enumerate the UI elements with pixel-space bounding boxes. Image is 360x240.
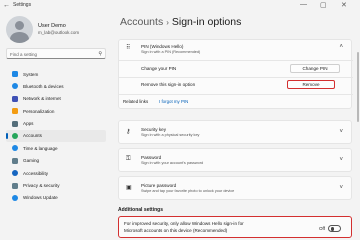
accessibility-icon	[12, 170, 18, 177]
chevron-down-icon[interactable]: ˅	[339, 185, 343, 191]
picture-password-subtitle: Swipe and tap your favorite photo to unl…	[141, 189, 235, 193]
toggle-knob	[330, 227, 334, 231]
user-name: User Demo	[38, 23, 66, 29]
back-arrow-icon[interactable]: ←	[3, 2, 10, 9]
sidebar-item-accessibility[interactable]: Accessibility	[6, 167, 106, 179]
title-bar: ← Settings — ▢ ✕	[0, 0, 360, 12]
sidebar-item-accounts[interactable]: Accounts	[6, 129, 106, 143]
forgot-pin-link[interactable]: I forgot my PIN	[159, 99, 188, 104]
sidebar-item-gaming[interactable]: Gaming	[6, 155, 106, 167]
apps-icon	[12, 120, 18, 127]
main-content: Accounts › Sign-in options ⠿ PIN (Windows …	[118, 12, 360, 240]
hello-only-setting: For improved security, only allow Window…	[118, 216, 352, 238]
sidebar-item-label: Accounts	[23, 133, 42, 139]
sidebar-item-windows-update[interactable]: Windows Update	[6, 192, 106, 204]
brush-icon	[12, 108, 18, 115]
close-icon[interactable]: ✕	[341, 1, 347, 9]
sidebar-item-label: Privacy & security	[23, 183, 60, 189]
keypad-icon: ⠿	[126, 45, 131, 51]
bluetooth-icon	[12, 83, 18, 90]
divider	[119, 94, 353, 95]
chevron-down-icon[interactable]: ˅	[339, 157, 343, 163]
chevron-down-icon[interactable]: ˅	[339, 129, 343, 135]
person-icon	[12, 132, 18, 139]
wifi-icon	[12, 95, 18, 102]
security-key-card[interactable]: ⚷ Security key Sign in with a physical s…	[118, 120, 352, 144]
security-key-title: Security key	[141, 127, 167, 132]
sidebar-item-system[interactable]: System	[6, 68, 106, 80]
window-title: Settings	[13, 2, 32, 8]
sidebar-item-label: Network & internet	[23, 96, 61, 102]
sidebar-item-label: Personalization	[23, 108, 55, 114]
search-box[interactable]: ⚲	[6, 48, 106, 59]
shield-icon	[12, 182, 18, 189]
breadcrumb: Accounts › Sign-in options	[120, 16, 241, 28]
minimize-icon[interactable]: —	[300, 1, 307, 8]
sidebar-item-label: Windows Update	[23, 195, 58, 201]
hello-only-toggle[interactable]	[328, 225, 341, 232]
sidebar-item-label: Time & language	[23, 145, 58, 151]
globe-clock-icon	[12, 145, 18, 152]
key-icon: ⚿	[126, 156, 131, 162]
related-links: Related links I forgot my PIN	[119, 96, 353, 108]
monitor-icon	[12, 71, 18, 77]
user-profile[interactable]: User Demo m_lab@outlook.com	[6, 16, 110, 46]
change-pin-label: Change your PIN	[141, 66, 177, 71]
page-title: Sign-in options	[171, 16, 242, 28]
sidebar-item-label: Bluetooth & devices	[23, 83, 64, 89]
additional-settings-title: Additional settings	[118, 207, 163, 213]
pin-title: PIN (Windows Hello)	[141, 44, 184, 49]
sidebar: User Demo m_lab@outlook.com ⚲ System Blu…	[0, 12, 110, 240]
divider	[119, 60, 353, 61]
hello-only-text-line1: For improved security, only allow Window…	[124, 221, 244, 226]
toggle-state-label: Off	[318, 226, 325, 231]
sidebar-item-label: Gaming	[23, 158, 40, 164]
hello-only-text-line2: Microsoft accounts on this device (Recom…	[124, 228, 228, 233]
sidebar-item-time-language[interactable]: Time & language	[6, 142, 106, 154]
avatar	[6, 16, 33, 43]
maximize-icon[interactable]: ▢	[320, 1, 327, 9]
password-subtitle: Sign in with your account's password	[141, 161, 204, 165]
remove-option-label: Remove this sign-in option	[141, 82, 196, 87]
related-links-label: Related links	[123, 99, 149, 104]
sidebar-nav: System Bluetooth & devices Network & int…	[6, 68, 106, 204]
sidebar-item-bluetooth[interactable]: Bluetooth & devices	[6, 80, 106, 92]
pin-subtitle: Sign in with a PIN (Recommended)	[141, 50, 201, 54]
remove-button[interactable]: Remove	[287, 80, 335, 89]
password-title: Password	[141, 155, 162, 160]
chevron-up-icon[interactable]: ˄	[339, 44, 343, 50]
sidebar-item-label: Apps	[23, 121, 34, 127]
user-email: m_lab@outlook.com	[38, 30, 80, 35]
scrollbar[interactable]	[357, 52, 359, 122]
sidebar-item-label: System	[23, 71, 39, 77]
search-icon[interactable]: ⚲	[98, 51, 102, 57]
picture-password-card[interactable]: ▣ Picture password Swipe and tap your fa…	[118, 176, 352, 200]
password-card[interactable]: ⚿ Password Sign in with your account's p…	[118, 148, 352, 172]
pin-card: ⠿ PIN (Windows Hello) Sign in with a PIN…	[118, 39, 353, 109]
picture-icon: ▣	[126, 185, 132, 191]
search-input[interactable]	[10, 50, 96, 58]
breadcrumb-separator: ›	[166, 18, 169, 27]
usb-key-icon: ⚷	[126, 129, 131, 135]
update-icon	[12, 194, 18, 201]
sidebar-item-privacy[interactable]: Privacy & security	[6, 180, 106, 192]
security-key-subtitle: Sign in with a physical security key	[141, 133, 200, 137]
sidebar-item-apps[interactable]: Apps	[6, 118, 106, 130]
divider	[119, 77, 353, 78]
picture-password-title: Picture password	[141, 183, 177, 188]
sidebar-item-network[interactable]: Network & internet	[6, 93, 106, 105]
sidebar-item-personalization[interactable]: Personalization	[6, 105, 106, 117]
breadcrumb-parent[interactable]: Accounts	[120, 16, 163, 28]
change-pin-button[interactable]: Change PIN	[290, 64, 340, 73]
sidebar-item-label: Accessibility	[23, 170, 49, 176]
gamepad-icon	[12, 157, 18, 164]
